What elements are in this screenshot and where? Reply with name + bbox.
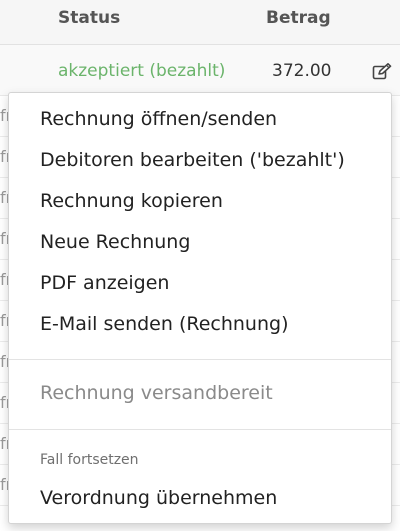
- table-row[interactable]: akzeptiert (bezahlt) 372.00: [0, 45, 400, 96]
- menu-item-send-email[interactable]: E-Mail senden (Rechnung): [9, 304, 391, 345]
- menu-section-heading: Fall fortsetzen: [40, 452, 139, 468]
- menu-item-edit-debtors[interactable]: Debitoren bearbeiten ('bezahlt'): [9, 140, 391, 181]
- status-badge: akzeptiert (bezahlt): [58, 61, 226, 81]
- menu-item-show-pdf[interactable]: PDF anzeigen: [9, 263, 391, 304]
- menu-item-copy-invoice[interactable]: Rechnung kopieren: [9, 181, 391, 222]
- menu-divider: [9, 429, 391, 430]
- amount-value: 372.00: [272, 61, 332, 81]
- invoice-page: Status Betrag akzeptiert (bezahlt) 372.0…: [0, 0, 400, 531]
- menu-item-ready-to-send: Rechnung versandbereit: [40, 382, 273, 404]
- column-header-betrag[interactable]: Betrag: [266, 8, 331, 28]
- table-header: Status Betrag: [0, 0, 400, 45]
- menu-item-open-send-invoice[interactable]: Rechnung öffnen/senden: [9, 99, 391, 140]
- menu-item-adopt-prescription[interactable]: Verordnung übernehmen: [9, 478, 391, 519]
- menu-item-new-invoice[interactable]: Neue Rechnung: [9, 222, 391, 263]
- edit-icon[interactable]: [372, 63, 392, 81]
- menu-divider: [9, 359, 391, 360]
- column-header-status[interactable]: Status: [58, 8, 120, 28]
- context-menu: Rechnung öffnen/senden Debitoren bearbei…: [8, 92, 392, 524]
